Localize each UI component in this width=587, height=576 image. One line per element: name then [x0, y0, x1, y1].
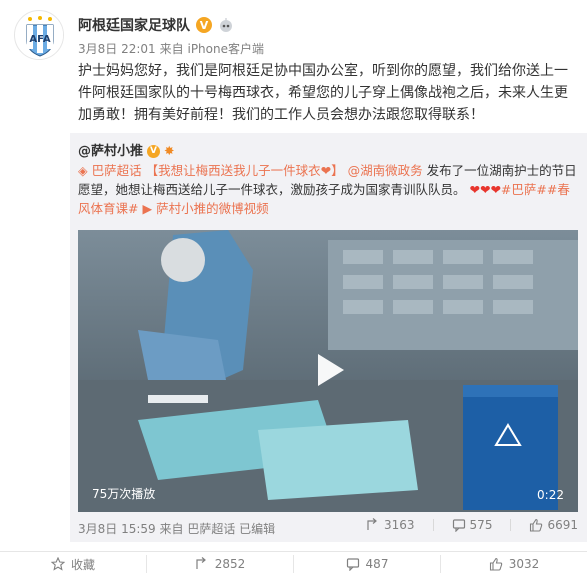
svg-text:AFA: AFA	[29, 34, 50, 45]
forward-icon	[196, 557, 206, 569]
play-icon[interactable]	[306, 348, 350, 392]
repost-author[interactable]: @萨村小推	[78, 144, 143, 159]
robot-icon	[220, 18, 232, 32]
video-link[interactable]: 萨村小推的微博视频	[156, 201, 269, 216]
thumbs-up-icon	[489, 557, 502, 571]
repost-forward-count[interactable]: 3163	[366, 518, 415, 532]
comment-button[interactable]: 487	[294, 555, 441, 573]
fire-icon: ✸	[163, 143, 175, 158]
post-source: 来自 iPhone客户端	[159, 42, 264, 56]
video-views: 75万次播放	[92, 487, 156, 501]
video-duration: 0:22	[537, 488, 564, 502]
thumbs-up-icon	[530, 518, 543, 532]
post-text: 护士妈妈您好，我们是阿根廷足协中国办公室，听到你的愿望，我们给你送上一件阿根廷国…	[78, 63, 568, 123]
hashtag-barca[interactable]: #巴萨#	[501, 182, 547, 197]
verified-icon: V	[147, 145, 160, 158]
mention-link[interactable]: @湖南微政务	[348, 163, 423, 178]
favorite-button[interactable]: 收藏	[0, 555, 147, 573]
action-bar: 收藏 2852 487 3032	[0, 551, 587, 576]
repost-card: @萨村小推 V ✸ ◈ 巴萨超话 【我想让梅西送我儿子一件球衣❤】 @湖南微政务…	[70, 133, 587, 542]
comment-icon	[346, 558, 359, 571]
supertopic-icon: ◈	[78, 163, 88, 178]
repost-like-count[interactable]: 6691	[529, 518, 578, 532]
repost-comment-count[interactable]: 575	[452, 518, 492, 532]
topic-link[interactable]: 巴萨超话	[92, 163, 142, 178]
like-button[interactable]: 3032	[441, 555, 587, 573]
star-icon	[50, 557, 65, 571]
account-avatar[interactable]: AFA	[14, 10, 64, 60]
forward-icon	[367, 518, 377, 530]
video-link-icon: ▶	[142, 201, 153, 216]
topic-title-link[interactable]: 【我想让梅西送我儿子一件球衣❤】	[146, 163, 344, 178]
afa-logo-icon: AFA	[16, 12, 63, 59]
repost-text-block: @萨村小推 V ✸ ◈ 巴萨超话 【我想让梅西送我儿子一件球衣❤】 @湖南微政务…	[78, 141, 578, 218]
repost-footer: 3月8日 15:59 来自 巴萨超话 已编辑 3163 575 6691	[78, 518, 586, 538]
repost-button[interactable]: 2852	[147, 555, 294, 573]
video-player[interactable]: 75万次播放 0:22	[78, 230, 578, 512]
repost-time[interactable]: 3月8日 15:59	[78, 522, 156, 536]
account-name[interactable]: 阿根廷国家足球队	[78, 15, 190, 35]
edited-label: 已编辑	[239, 522, 276, 536]
repost-source: 来自 巴萨超话	[159, 522, 236, 536]
verified-icon: V	[196, 17, 212, 33]
post-time[interactable]: 3月8日 22:01	[78, 40, 156, 57]
comment-icon	[452, 519, 465, 532]
hearts-emoji: ❤❤❤	[469, 182, 501, 197]
